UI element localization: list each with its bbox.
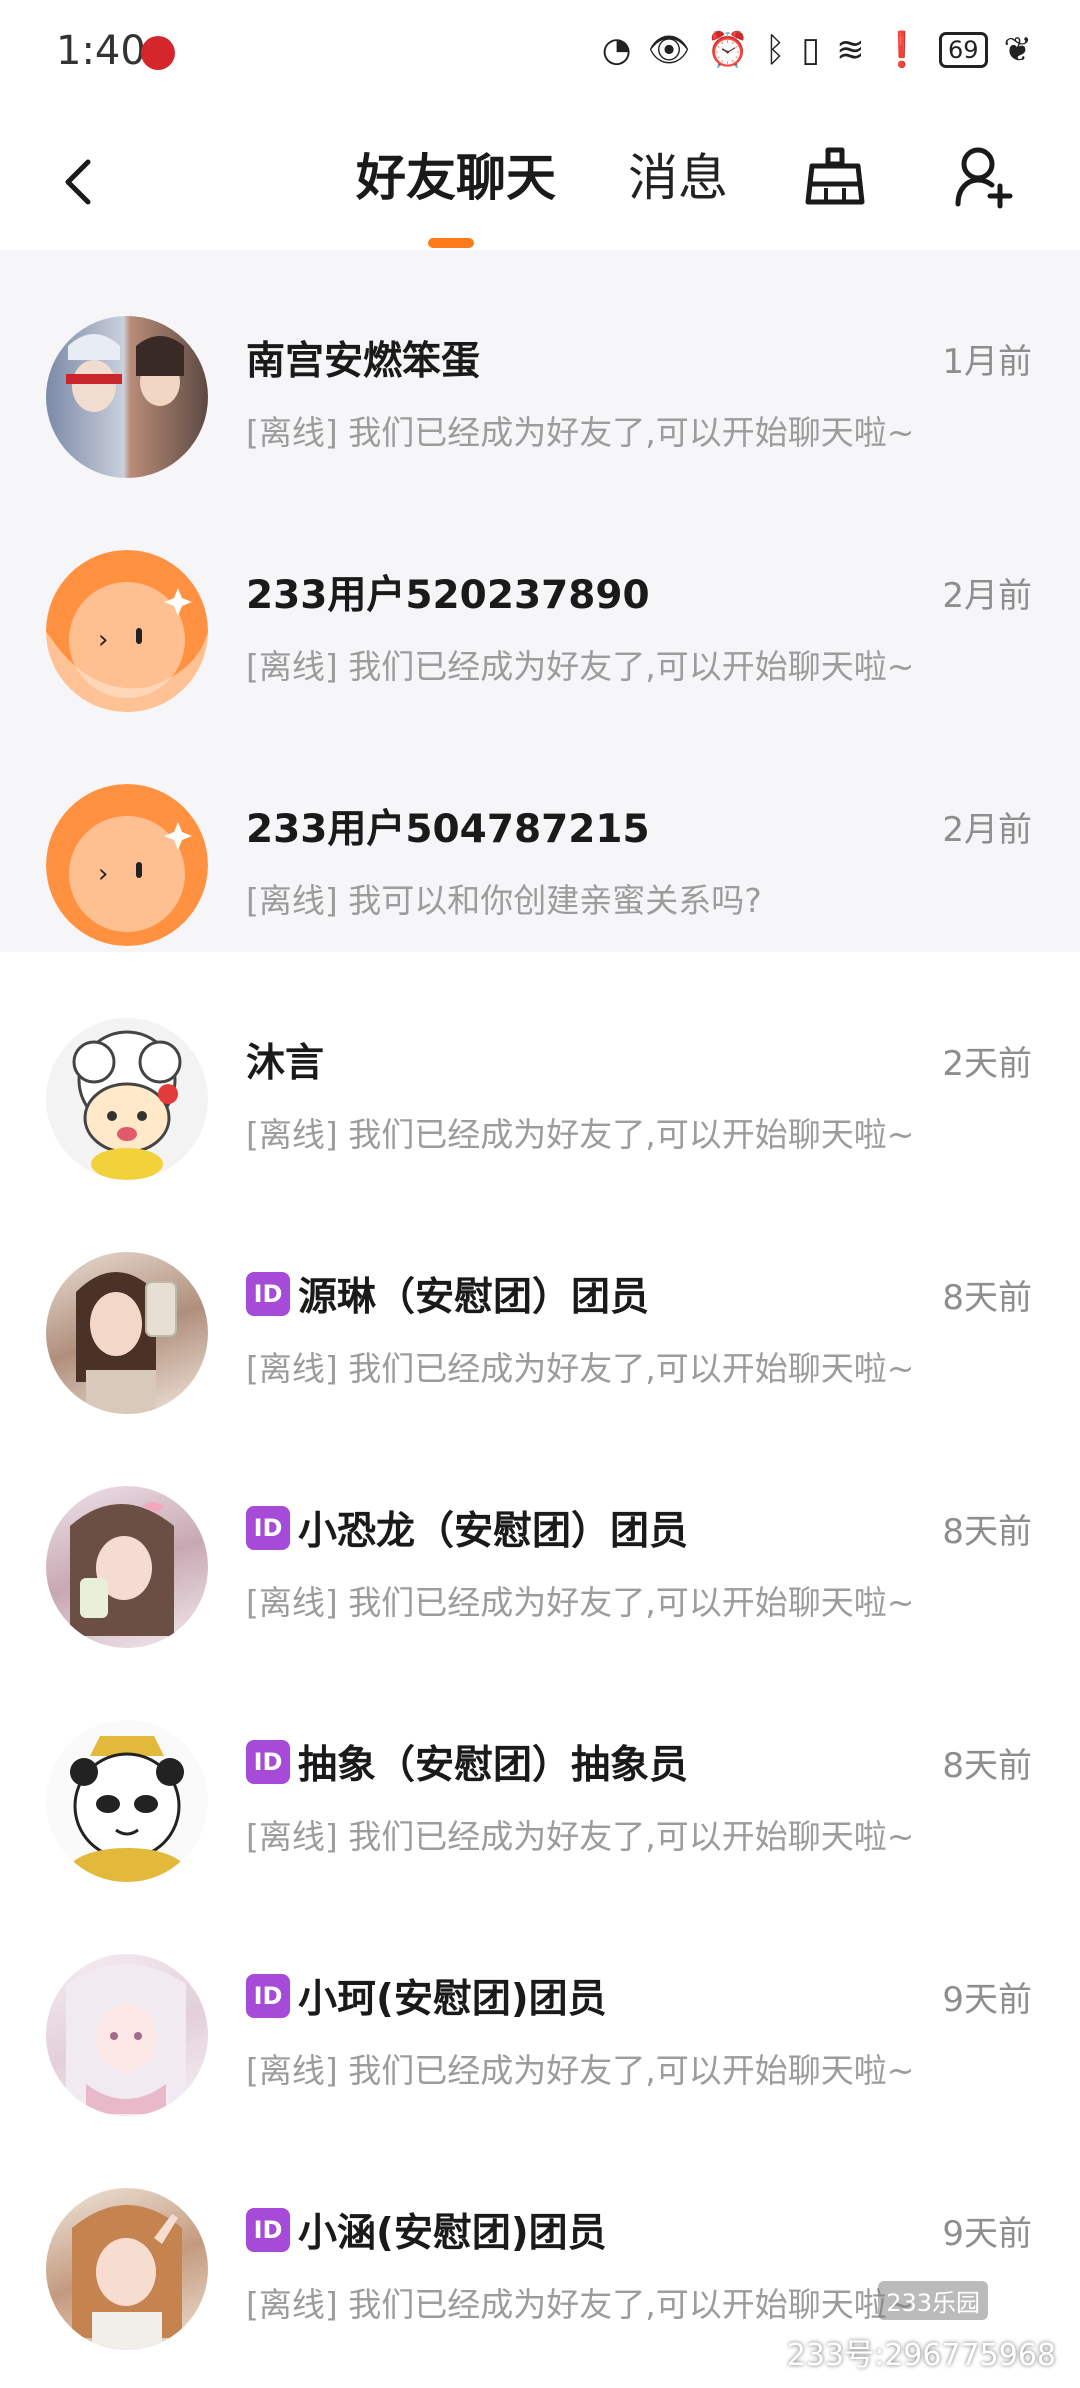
chat-list: 南宫安燃笨蛋 1月前 [离线] 我们已经成为好友了,可以开始聊天啦~ › 233…	[0, 250, 1080, 2356]
contact-name: 沐言	[246, 1041, 325, 1086]
status-time: 1:40	[56, 28, 146, 74]
status-bar: 1:40 ◔ 👁 ⏰ ᛒ ▯ ≋ ❗ 69 ❦	[0, 0, 1080, 100]
chat-time: 2月前	[942, 576, 1032, 616]
avatar[interactable]: ›	[46, 550, 208, 712]
watermark-logo: 233乐园	[878, 2281, 988, 2320]
message-preview: [离线] 我们已经成为好友了,可以开始聊天啦~	[246, 1349, 915, 1388]
chat-row[interactable]: ID 小涵(安慰团)团员 9天前 [离线] 我们已经成为好友了,可以开始聊天啦~	[0, 2122, 1080, 2356]
contact-name: 小涵(安慰团)团员	[298, 2211, 607, 2256]
back-arrow-icon[interactable]	[52, 154, 108, 210]
id-badge-icon: ID	[246, 2208, 290, 2252]
notification-app-icon	[141, 36, 175, 70]
chat-row[interactable]: 沐言 2天前 [离线] 我们已经成为好友了,可以开始聊天啦~	[0, 952, 1080, 1186]
data-saver-icon: ◔	[601, 30, 632, 70]
default-orange-face-avatar-icon: ›	[46, 784, 208, 946]
leaf-icon: ❦	[1003, 30, 1033, 70]
chat-time: 8天前	[942, 1278, 1032, 1318]
chat-time: 1月前	[942, 342, 1032, 382]
tab-messages[interactable]: 消息	[628, 148, 728, 208]
avatar[interactable]	[46, 1954, 208, 2116]
id-badge-icon: ID	[246, 1740, 290, 1784]
avatar[interactable]	[46, 1720, 208, 1882]
avatar[interactable]	[46, 1252, 208, 1414]
message-preview: [离线] 我们已经成为好友了,可以开始聊天啦~	[246, 413, 915, 452]
message-preview: [离线] 我们已经成为好友了,可以开始聊天啦~	[246, 1115, 915, 1154]
bluetooth-icon: ᛒ	[764, 30, 786, 70]
chat-time: 2天前	[942, 1044, 1032, 1084]
tab-friend-chat[interactable]: 好友聊天	[356, 148, 556, 208]
chat-time: 2月前	[942, 810, 1032, 850]
cartoon-sheep-avatar-icon	[72, 1030, 182, 1180]
avatar[interactable]	[46, 1486, 208, 1648]
message-preview: [离线] 我们已经成为好友了,可以开始聊天啦~	[246, 647, 915, 686]
contact-name: 小珂(安慰团)团员	[298, 1977, 607, 2022]
chat-time: 8天前	[942, 1512, 1032, 1552]
chat-row[interactable]: › 233用户504787215 2月前 [离线] 我可以和你创建亲蜜关系吗?	[0, 718, 1080, 952]
contact-name: 抽象（安慰团）抽象员	[298, 1743, 689, 1788]
chat-row[interactable]: › 233用户520237890 2月前 [离线] 我们已经成为好友了,可以开始…	[0, 484, 1080, 718]
avatar[interactable]	[46, 1018, 208, 1180]
default-orange-face-avatar-icon: ›	[46, 550, 208, 712]
selfie-girl-avatar-icon	[72, 2205, 182, 2350]
chat-row[interactable]: ID 抽象（安慰团）抽象员 8天前 [离线] 我们已经成为好友了,可以开始聊天啦…	[0, 1654, 1080, 1888]
alarm-icon: ⏰	[706, 30, 749, 70]
chat-time: 9天前	[942, 2214, 1032, 2254]
active-tab-indicator	[428, 238, 474, 248]
contact-name: 233用户520237890	[246, 573, 650, 618]
anime-white-hair-girl-avatar-icon	[66, 1964, 186, 2114]
chat-time: 8天前	[942, 1746, 1032, 1786]
message-preview: [离线] 我们已经成为好友了,可以开始聊天啦~	[246, 1817, 915, 1856]
eye-icon: 👁	[647, 30, 691, 70]
chat-row[interactable]: 南宫安燃笨蛋 1月前 [离线] 我们已经成为好友了,可以开始聊天啦~	[0, 250, 1080, 484]
vibrate-icon: ▯	[801, 30, 821, 70]
id-badge-icon: ID	[246, 1272, 290, 1316]
anime-couple-avatar-icon	[66, 334, 184, 412]
avatar[interactable]	[46, 316, 208, 478]
svg-text:›: ›	[98, 625, 108, 655]
id-badge-icon: ID	[246, 1974, 290, 2018]
contact-name: 小恐龙（安慰团）团员	[298, 1509, 689, 1554]
add-friend-icon[interactable]	[950, 142, 1020, 212]
chat-time: 9天前	[942, 1980, 1032, 2020]
id-badge-icon: ID	[246, 1506, 290, 1550]
chat-row[interactable]: ID 小恐龙（安慰团）团员 8天前 [离线] 我们已经成为好友了,可以开始聊天啦…	[0, 1420, 1080, 1654]
chat-row[interactable]: ID 源琳（安慰团）团员 8天前 [离线] 我们已经成为好友了,可以开始聊天啦~	[0, 1186, 1080, 1420]
svg-text:›: ›	[98, 859, 108, 889]
message-preview: [离线] 我们已经成为好友了,可以开始聊天啦~	[246, 1583, 915, 1622]
clean-broom-icon[interactable]	[800, 142, 870, 212]
battery-icon: 69	[938, 32, 988, 68]
contact-name: 源琳（安慰团）团员	[298, 1275, 650, 1320]
avatar[interactable]	[46, 2188, 208, 2350]
message-preview: [离线] 我可以和你创建亲蜜关系吗?	[246, 881, 762, 920]
panda-meme-avatar-icon	[69, 1736, 185, 1882]
message-preview: [离线] 我们已经成为好友了,可以开始聊天啦~	[246, 2051, 915, 2090]
message-preview: [离线] 我们已经成为好友了,可以开始聊天啦~	[246, 2285, 915, 2324]
watermark-text: 233号:296775968	[786, 2338, 1056, 2373]
top-nav: 好友聊天 消息	[0, 100, 1080, 250]
contact-name: 233用户504787215	[246, 807, 650, 852]
avatar[interactable]: ›	[46, 784, 208, 946]
wifi-icon: ≋	[836, 30, 865, 70]
selfie-girl-avatar-icon	[76, 1272, 177, 1414]
status-icons: ◔ 👁 ⏰ ᛒ ▯ ≋ ❗ 69 ❦	[602, 30, 1032, 70]
contact-name: 南宫安燃笨蛋	[246, 339, 481, 384]
chat-row[interactable]: ID 小珂(安慰团)团员 9天前 [离线] 我们已经成为好友了,可以开始聊天啦~	[0, 1888, 1080, 2122]
selfie-girl-avatar-icon	[70, 1502, 174, 1636]
alert-icon: ❗	[880, 30, 923, 70]
